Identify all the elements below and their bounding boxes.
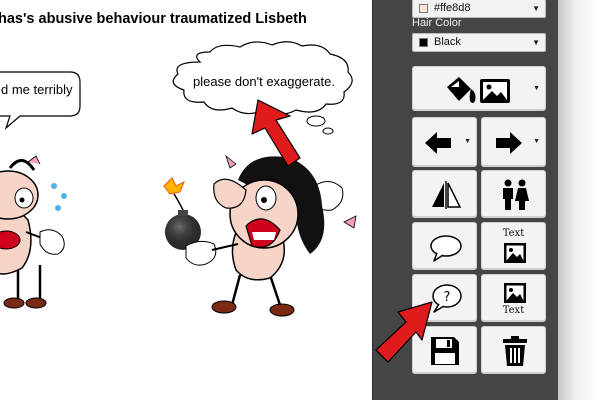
arrow-left-icon xyxy=(425,132,451,154)
panel-shadow xyxy=(558,0,600,400)
skin-color-select[interactable]: #ffe8d8 ▼ xyxy=(412,0,546,18)
speech-bubble-icon xyxy=(430,235,462,262)
people-icon xyxy=(503,179,529,210)
flip-button[interactable] xyxy=(412,170,477,218)
characters-button[interactable] xyxy=(481,170,546,218)
arrow-right-icon xyxy=(496,132,522,154)
text-caption: Text xyxy=(502,228,525,239)
annotation-arrow-icon xyxy=(251,99,301,167)
skin-color-swatch xyxy=(419,4,428,13)
annotation-arrow-icon xyxy=(375,301,433,363)
chevron-down-icon: ▼ xyxy=(532,38,540,47)
hair-color-label: Hair Color xyxy=(412,17,462,29)
forward-button[interactable]: ▼ xyxy=(481,117,546,167)
image-text-button[interactable]: Text xyxy=(481,274,546,322)
text-caption: Text xyxy=(502,305,525,316)
chevron-down-icon: ▼ xyxy=(533,85,540,92)
hair-color-value: Black xyxy=(434,36,461,48)
flip-horizontal-icon xyxy=(432,181,462,209)
trash-icon xyxy=(503,336,527,366)
speech-bubble-button[interactable] xyxy=(412,222,477,270)
paint-bucket-icon xyxy=(447,77,476,103)
back-button[interactable]: ▼ xyxy=(412,117,477,167)
hair-color-swatch xyxy=(419,38,428,47)
image-icon xyxy=(504,243,526,263)
fill-image-button[interactable]: ▼ xyxy=(412,66,546,111)
comic-canvas[interactable]: has's abusive behaviour traumatized Lisb… xyxy=(0,0,372,400)
delete-button[interactable] xyxy=(481,326,546,374)
chevron-down-icon: ▼ xyxy=(532,4,540,13)
chevron-down-icon: ▼ xyxy=(533,138,540,145)
hair-color-select[interactable]: Black ▼ xyxy=(412,33,546,52)
image-icon xyxy=(504,283,526,303)
text-image-button[interactable]: Text xyxy=(481,222,546,270)
chevron-down-icon: ▼ xyxy=(464,138,471,145)
image-icon xyxy=(480,79,510,103)
skin-color-value: #ffe8d8 xyxy=(434,2,471,14)
